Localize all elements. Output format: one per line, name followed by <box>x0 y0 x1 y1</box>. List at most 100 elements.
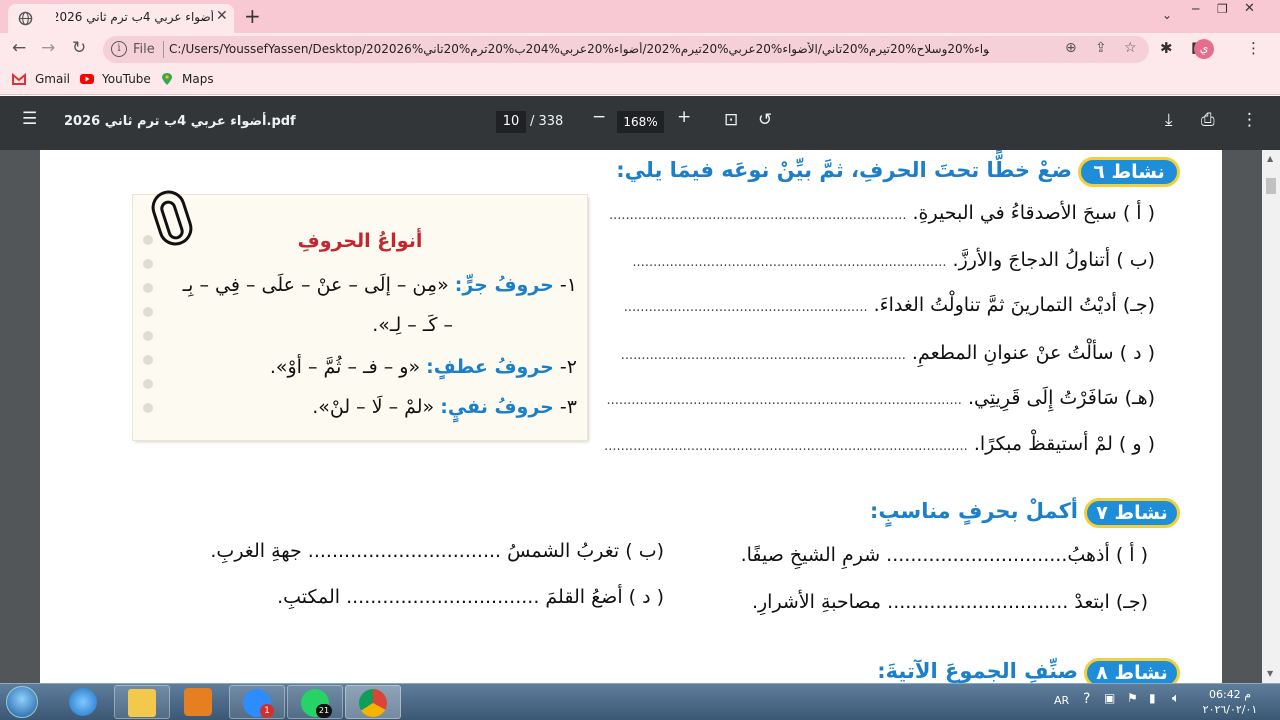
scroll-up-arrow-icon[interactable]: ▲ <box>1267 154 1273 163</box>
system-clock[interactable]: 06:42 م ٢٠٢٦/٠٢/٠١ <box>1200 687 1260 717</box>
zoom-level-input[interactable]: 168% <box>617 111 664 133</box>
download-icon[interactable]: ⤓ <box>1165 110 1173 130</box>
line-number: ١- <box>559 274 577 296</box>
letter-types-note-card: أنواعُ الحروفِ ١- حروفُ جرٍّ: «مِن – إلَ… <box>133 195 587 440</box>
activity8-heading: صنِّفِ الجموعَ الآتيةَ: <box>877 659 1078 683</box>
tab-active[interactable]: أضواء عربي 4ب ترم ثاني 2026.pdf ✕ <box>8 4 234 33</box>
blank-line: ........................................… <box>623 300 868 315</box>
letters-list: «و – فـ – ثُمَّ – أوْ». <box>269 356 421 378</box>
share-icon[interactable]: ⇪ <box>1095 40 1107 56</box>
item-text: ( د ) سألْتُ عنْ عنوانِ المطعمِ. <box>911 342 1155 364</box>
youtube-icon <box>80 74 94 84</box>
line-number: ٢- <box>559 356 577 378</box>
zoom-out-button[interactable]: − <box>592 107 606 127</box>
scrollbar-thumb[interactable] <box>1266 178 1276 194</box>
total-pages: / 338 <box>530 114 564 129</box>
activity6-heading: ضعْ خطًّا تحتَ الحرفِ، ثمَّ بيِّنْ نوعَه… <box>616 158 1072 182</box>
taskbar-file-explorer[interactable] <box>114 685 170 719</box>
list-item: ( د ) سألْتُ عنْ عنوانِ المطعمِ. .......… <box>615 342 1155 364</box>
notification-badge: 1 <box>260 704 274 718</box>
windows-taskbar: 1 21 AR ? ▣ ⚑ ▮ 🔈︎ 06:42 م ٢٠٢٦/٠٢/٠١ <box>0 683 1280 720</box>
bookmark-star-icon[interactable]: ☆ <box>1124 40 1137 56</box>
letter-type-label: حروفُ نفيٍ: <box>440 396 554 418</box>
fit-page-icon[interactable]: ⊡ <box>724 110 738 130</box>
menu-dots-icon[interactable]: ⋮ <box>1246 39 1261 57</box>
tab-search-chevron-icon[interactable]: ⌄ <box>1162 8 1172 22</box>
blank-line: ........................................… <box>606 393 962 408</box>
minimize-button[interactable]: ─ <box>1192 2 1199 16</box>
activity6-badge: نشاط ٦ <box>1078 157 1180 187</box>
binder-hole <box>143 379 153 389</box>
reload-button[interactable]: ↻ <box>72 38 86 58</box>
volume-icon[interactable]: 🔈︎ <box>1172 691 1180 706</box>
taskbar-whatsapp[interactable]: 21 <box>287 685 343 719</box>
url-text[interactable]: C:/Users/YoussefYassen/Desktop/202026%ال… <box>169 42 989 56</box>
bookmark-youtube[interactable]: YouTube <box>102 72 151 86</box>
folder-icon <box>128 689 156 717</box>
blank-line: ........................................… <box>604 439 968 454</box>
forward-button[interactable]: → <box>41 38 55 58</box>
clock-time: 06:42 م <box>1208 688 1251 701</box>
restore-button[interactable]: ❐ <box>1217 2 1228 16</box>
clock-date: ٢٠٢٦/٠٢/٠١ <box>1202 703 1258 716</box>
taskbar-media-player[interactable] <box>171 685 227 719</box>
close-window-button[interactable]: ✕ <box>1244 1 1255 16</box>
bookmark-gmail[interactable]: Gmail <box>35 72 70 86</box>
item-text: (جـ) أديْتُ التمارينَ ثمَّ تناولْتُ الغد… <box>873 294 1155 316</box>
scroll-down-arrow-icon[interactable]: ▼ <box>1267 669 1273 678</box>
list-item: ( د ) أضعُ القلمَ ......................… <box>277 586 664 608</box>
profile-avatar[interactable]: ي <box>1194 39 1214 59</box>
list-item: (هـ) سَافَرْتُ إِلَى قَرِيتِي. .........… <box>607 387 1156 409</box>
tray-icon-shield[interactable]: ▣ <box>1104 691 1115 705</box>
hamburger-menu-icon[interactable]: ☰ <box>22 109 37 129</box>
pdf-page: نشاط ٦ ضعْ خطًّا تحتَ الحرفِ، ثمَّ بيِّن… <box>40 150 1222 683</box>
list-item: ( أ ) أذهبُ.............................… <box>740 544 1148 566</box>
letters-list: «لمْ – لَا – لنْ». <box>312 396 435 418</box>
new-tab-button[interactable]: + <box>244 4 261 28</box>
note-title: أنواعُ الحروفِ <box>297 230 423 252</box>
language-indicator[interactable]: AR <box>1054 694 1069 707</box>
info-icon[interactable]: i <box>111 41 127 57</box>
binder-hole <box>143 355 153 365</box>
page-number-input[interactable]: 10 <box>496 111 526 133</box>
rotate-icon[interactable]: ↺ <box>758 110 772 130</box>
activity7-heading: أكملْ بحرفٍ مناسبٍ: <box>869 499 1078 523</box>
list-item: ( و ) لمْ أستيقظْ مبكرًا. ..............… <box>604 433 1155 455</box>
note-line-negation: ٣- حروفُ نفيٍ: «لمْ – لَا – لنْ». <box>153 396 577 418</box>
binder-hole <box>143 283 153 293</box>
taskbar-chrome[interactable] <box>345 685 401 719</box>
pdf-file-name: أضواء عربي 4ب ترم ثاني 2026.pdf <box>64 114 296 129</box>
tray-icon-help[interactable]: ? <box>1083 691 1090 707</box>
tray-icon-flag[interactable]: ⚑ <box>1127 691 1138 705</box>
browser-toolbar: ← → ↻ i File C:/Users/YoussefYassen/Desk… <box>0 33 1280 65</box>
extensions-icon[interactable]: ✱ <box>1160 39 1173 57</box>
taskbar-internet-explorer[interactable] <box>56 685 112 719</box>
bookmark-maps[interactable]: Maps <box>182 72 214 86</box>
binder-hole <box>143 331 153 341</box>
vertical-scrollbar[interactable]: ▲ ▼ <box>1262 150 1280 683</box>
internet-explorer-icon <box>69 688 97 716</box>
network-icon[interactable]: ▮ <box>1149 691 1156 705</box>
more-options-icon[interactable]: ⋮ <box>1241 110 1258 130</box>
item-text: ( و ) لمْ أستيقظْ مبكرًا. <box>973 433 1155 455</box>
list-item: (ب ) أتناولُ الدجاجَ والأرزَّ. .........… <box>615 249 1155 271</box>
address-bar[interactable]: i File C:/Users/YoussefYassen/Desktop/20… <box>103 36 1149 63</box>
maps-icon <box>162 73 172 85</box>
note-line-prepositions: ١- حروفُ جرٍّ: «مِن – إلَى – عنْ – علَى … <box>153 274 577 296</box>
binder-hole <box>143 403 153 413</box>
close-tab-icon[interactable]: ✕ <box>216 8 228 24</box>
back-button[interactable]: ← <box>12 38 26 58</box>
zoom-icon[interactable]: ⊕ <box>1065 40 1077 56</box>
list-item: (ب ) تغربُ الشمسُ ......................… <box>210 540 664 562</box>
letter-type-label: حروفُ عطفٍ: <box>426 356 554 378</box>
globe-icon <box>18 11 33 26</box>
blank-line: ........................................… <box>632 255 947 270</box>
start-button[interactable] <box>6 686 38 718</box>
activity7-badge: نشاط ٧ <box>1084 498 1180 528</box>
zoom-in-button[interactable]: + <box>677 107 691 127</box>
print-icon[interactable]: ⎙ <box>1201 110 1215 130</box>
list-item: ( أ ) سبحَ الأصدقاءُ في البحيرةِ. ......… <box>609 202 1155 224</box>
letter-type-label: حروفُ جرٍّ: <box>454 274 554 296</box>
taskbar-zoom[interactable]: 1 <box>229 685 285 719</box>
pdf-viewer[interactable]: نشاط ٦ ضعْ خطًّا تحتَ الحرفِ، ثمَّ بيِّن… <box>0 150 1280 683</box>
